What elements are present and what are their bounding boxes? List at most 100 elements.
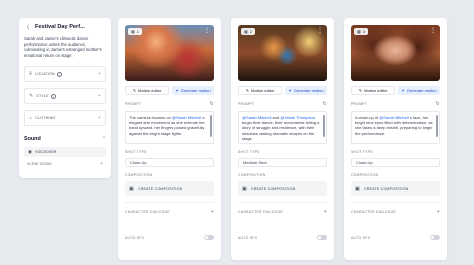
character-dialogue-label: CHARACTER DIALOGUE bbox=[238, 210, 283, 214]
shot-image[interactable]: ▦ 1 ⋮ bbox=[125, 25, 214, 81]
shot-type-label: SHOT TYPE bbox=[125, 150, 147, 154]
shot-image[interactable]: ▦ 3 ⋮ bbox=[351, 25, 440, 81]
prompt-label: PROMPT bbox=[238, 102, 255, 106]
motion-editor-button[interactable]: ✎ Motion editor bbox=[238, 86, 282, 95]
divider bbox=[351, 202, 440, 203]
add-dialogue-icon[interactable]: + bbox=[437, 209, 440, 215]
info-icon[interactable]: i bbox=[50, 93, 56, 99]
location-field[interactable]: ⌾ LOCATION i + bbox=[24, 66, 106, 83]
prompt-label: PROMPT bbox=[125, 102, 142, 106]
location-icon: ⌾ bbox=[29, 71, 33, 78]
motion-editor-label: Motion editor bbox=[138, 88, 162, 93]
chevron-up-icon[interactable]: ⌃ bbox=[102, 136, 106, 142]
scene-fields: ⌾ LOCATION i + ✎ STYLE i + ⌂ CLOTHING + bbox=[24, 66, 106, 127]
pencil-icon: ✎ bbox=[245, 88, 250, 93]
auto-sfx-toggle[interactable] bbox=[204, 235, 214, 240]
auto-sfx-label: AUTO SFX bbox=[125, 235, 145, 240]
more-icon[interactable]: ⋮ bbox=[204, 27, 210, 34]
info-icon[interactable]: i bbox=[56, 71, 62, 77]
add-scene-sound-icon[interactable]: + bbox=[100, 161, 103, 167]
prompt-textarea[interactable]: The camera focuses on @Sarah Mitchell s … bbox=[125, 111, 214, 144]
style-field[interactable]: ✎ STYLE i + bbox=[24, 88, 106, 105]
composition-label: COMPOSITION bbox=[351, 173, 379, 177]
shot-card: ▦ 3 ⋮ ✎ Motion editor ✦ Generate motion PRO… bbox=[344, 18, 447, 260]
shot-type-select[interactable]: Close-Up bbox=[351, 158, 440, 167]
shot-type-select[interactable]: Medium Shot bbox=[238, 158, 327, 167]
shot-number: 1 bbox=[136, 29, 140, 34]
generate-motion-button[interactable]: ✦ Generate motion bbox=[398, 86, 440, 95]
prompt-textarea[interactable]: @Sarah Mitchell and @Jamie Thompson begi… bbox=[238, 111, 327, 144]
grid-icon: ▦ bbox=[131, 29, 135, 34]
prompt-label-row: PROMPT ↻ bbox=[125, 101, 214, 107]
generate-motion-button[interactable]: ✦ Generate motion bbox=[285, 86, 327, 95]
refresh-icon[interactable]: ↻ bbox=[323, 101, 328, 107]
scene-sound-row[interactable]: SCENE SOUND + bbox=[24, 160, 106, 168]
clothing-icon: ⌂ bbox=[29, 115, 33, 122]
sound-header[interactable]: Sound ⌃ bbox=[24, 136, 106, 142]
create-composition-label: CREATE COMPOSITION bbox=[250, 186, 296, 191]
grid-icon: ▦ bbox=[357, 29, 361, 34]
more-icon[interactable]: ⋮ bbox=[430, 27, 436, 34]
motion-editor-label: Motion editor bbox=[251, 88, 275, 93]
grid-icon: ▦ bbox=[244, 29, 248, 34]
scene-panel: ⟨ Festival Day Perf... Sarah and Jamie's… bbox=[19, 18, 111, 178]
scrollbar[interactable] bbox=[210, 115, 212, 137]
auto-sfx-row: AUTO SFX bbox=[238, 235, 327, 240]
scene-sound-label: SCENE SOUND bbox=[27, 162, 52, 167]
prompt-textarea[interactable]: A close-up of @Sarah Mitchell s face, he… bbox=[351, 111, 440, 144]
sparkle-icon: ✦ bbox=[175, 88, 179, 93]
scrollbar[interactable] bbox=[436, 115, 438, 137]
shot-number-badge: ▦ 2 bbox=[241, 28, 256, 35]
character-dialogue-row[interactable]: CHARACTER DIALOGUE + bbox=[125, 209, 214, 215]
microphone-icon: ◉ bbox=[28, 149, 32, 155]
character-dialogue-label: CHARACTER DIALOGUE bbox=[351, 210, 396, 214]
voiceover-button[interactable]: ◉ VOICEOVER bbox=[24, 147, 106, 158]
style-icon: ✎ bbox=[29, 93, 34, 100]
clothing-field[interactable]: ⌂ CLOTHING + bbox=[24, 110, 106, 127]
auto-sfx-row: AUTO SFX bbox=[351, 235, 440, 240]
add-clothing-icon[interactable]: + bbox=[98, 115, 101, 121]
create-composition-button[interactable]: ▣ CREATE COMPOSITION bbox=[351, 181, 440, 196]
shot-number-badge: ▦ 1 bbox=[128, 28, 143, 35]
refresh-icon[interactable]: ↻ bbox=[210, 101, 215, 107]
shot-image[interactable]: ▦ 2 ⋮ bbox=[238, 25, 327, 81]
generate-motion-button[interactable]: ✦ Generate motion bbox=[172, 86, 214, 95]
composition-label: COMPOSITION bbox=[125, 173, 153, 177]
shot-type-select[interactable]: Close-Up bbox=[125, 158, 214, 167]
clothing-label: CLOTHING bbox=[35, 116, 56, 121]
auto-sfx-label: AUTO SFX bbox=[238, 235, 258, 240]
collapse-icon[interactable]: ⟨ bbox=[24, 23, 32, 31]
scene-description: Sarah and Jamie's climactic dance perfor… bbox=[24, 36, 102, 58]
composition-icon: ▣ bbox=[355, 185, 360, 192]
scrollbar[interactable] bbox=[323, 115, 325, 137]
character-dialogue-row[interactable]: CHARACTER DIALOGUE + bbox=[238, 209, 327, 215]
shot-actions: ✎ Motion editor ✦ Generate motion bbox=[238, 86, 327, 95]
create-composition-button[interactable]: ▣ CREATE COMPOSITION bbox=[125, 181, 214, 196]
prompt-label-row: PROMPT ↻ bbox=[238, 101, 327, 107]
sparkle-icon: ✦ bbox=[401, 88, 405, 93]
auto-sfx-toggle[interactable] bbox=[430, 235, 440, 240]
add-dialogue-icon[interactable]: + bbox=[211, 209, 214, 215]
scene-header: ⟨ Festival Day Perf... bbox=[24, 23, 106, 31]
motion-editor-button[interactable]: ✎ Motion editor bbox=[125, 86, 169, 95]
add-dialogue-icon[interactable]: + bbox=[324, 209, 327, 215]
shot-number: 3 bbox=[362, 29, 366, 34]
shot-type-label: SHOT TYPE bbox=[238, 150, 260, 154]
divider bbox=[125, 202, 214, 203]
shot-actions: ✎ Motion editor ✦ Generate motion bbox=[125, 86, 214, 95]
refresh-icon[interactable]: ↻ bbox=[436, 101, 441, 107]
shot-card: ▦ 1 ⋮ ✎ Motion editor ✦ Generate motion PRO… bbox=[118, 18, 221, 260]
scene-title[interactable]: Festival Day Perf... bbox=[35, 24, 85, 30]
pencil-icon: ✎ bbox=[132, 88, 137, 93]
motion-editor-button[interactable]: ✎ Motion editor bbox=[351, 86, 395, 95]
more-icon[interactable]: ⋮ bbox=[317, 27, 323, 34]
prompt-label-row: PROMPT ↻ bbox=[351, 101, 440, 107]
add-location-icon[interactable]: + bbox=[98, 71, 101, 77]
composition-icon: ▣ bbox=[242, 185, 247, 192]
auto-sfx-toggle[interactable] bbox=[317, 235, 327, 240]
sound-title: Sound bbox=[24, 136, 41, 143]
add-style-icon[interactable]: + bbox=[98, 93, 101, 99]
create-composition-button[interactable]: ▣ CREATE COMPOSITION bbox=[238, 181, 327, 196]
composition-icon: ▣ bbox=[129, 185, 134, 192]
character-dialogue-row[interactable]: CHARACTER DIALOGUE + bbox=[351, 209, 440, 215]
